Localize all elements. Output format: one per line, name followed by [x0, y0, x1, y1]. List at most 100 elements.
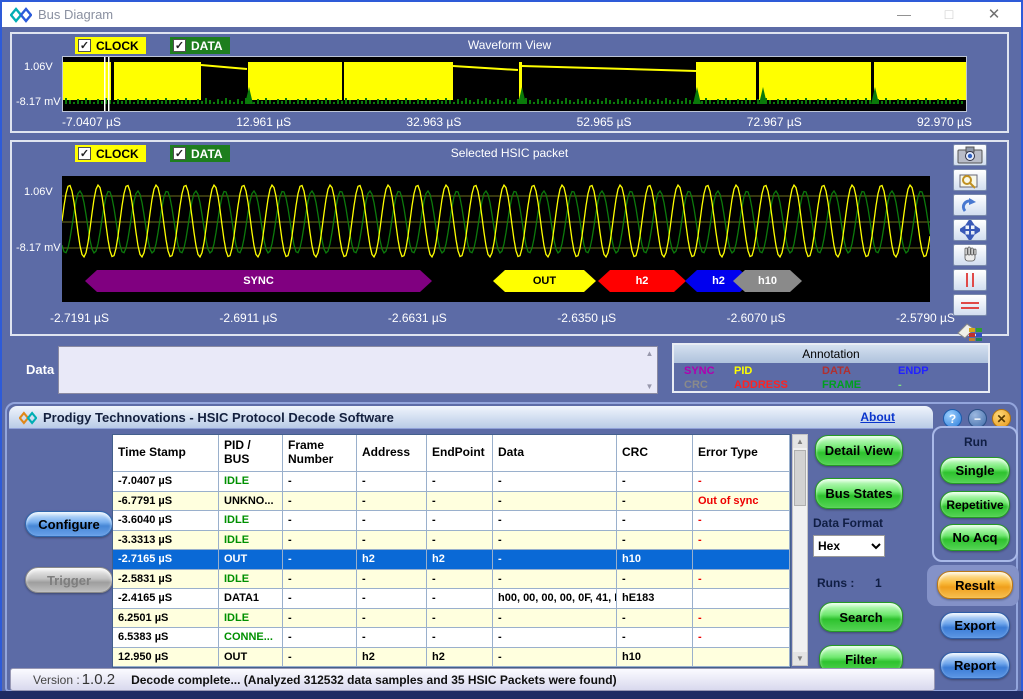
table-cell: -: [493, 531, 617, 551]
status-message: Decode complete... (Analyzed 312532 data…: [131, 673, 617, 687]
packet-segment-h2[interactable]: h2: [598, 270, 686, 292]
data-format-label: Data Format: [813, 516, 883, 530]
close-button[interactable]: ✕: [977, 2, 1011, 27]
table-row[interactable]: -7.0407 µSIDLE------: [113, 472, 790, 492]
clock-checkbox[interactable]: CLOCK: [75, 37, 146, 54]
time-tick-label: 92.970 µS: [917, 115, 972, 129]
trigger-button[interactable]: Trigger: [25, 567, 113, 593]
no-acq-button[interactable]: No Acq: [940, 524, 1010, 551]
annotation-legend-pid: PID: [734, 364, 822, 378]
table-row[interactable]: -3.3313 µSIDLE------: [113, 531, 790, 551]
y-axis-min-label: -8.17 mV: [16, 242, 61, 254]
data-checkbox[interactable]: DATA: [170, 145, 230, 162]
data-checkbox-label: DATA: [191, 39, 223, 53]
report-button[interactable]: Report: [940, 652, 1010, 679]
table-cell: 6.2501 µS: [113, 609, 219, 629]
table-row[interactable]: -6.7791 µSUNKNO...-----Out of sync: [113, 492, 790, 512]
single-button[interactable]: Single: [940, 457, 1010, 484]
version-value: 1.0.2: [82, 671, 115, 688]
zoom-preview-icon[interactable]: [953, 169, 987, 191]
column-header: CRC: [617, 435, 693, 472]
time-tick-label: -7.0407 µS: [62, 115, 121, 129]
data-format-select[interactable]: Hex: [813, 535, 885, 557]
result-button[interactable]: Result: [937, 571, 1013, 599]
data-field[interactable]: ▲ ▼: [58, 346, 658, 394]
table-cell: -: [493, 511, 617, 531]
clock-checkbox[interactable]: CLOCK: [75, 145, 146, 162]
packet-segment-sync[interactable]: SYNC: [85, 270, 432, 292]
time-tick-label: -2.6070 µS: [727, 311, 786, 325]
horizontal-cursors-icon[interactable]: [953, 294, 987, 316]
vertical-cursors-icon[interactable]: [953, 269, 987, 291]
table-row[interactable]: -2.5831 µSIDLE------: [113, 570, 790, 590]
table-cell: -: [357, 609, 427, 629]
panel-title: Waveform View: [12, 38, 1007, 52]
undo-icon[interactable]: [953, 194, 987, 216]
table-cell: -: [493, 550, 617, 570]
table-cell: CONNE...: [219, 628, 283, 648]
packet-waveform-canvas[interactable]: SYNCOUTh2h2h10: [62, 176, 930, 302]
packet-segment-h10[interactable]: h10: [733, 270, 802, 292]
table-cell: -: [617, 531, 693, 551]
status-bar: Version : 1.0.2 Decode complete... (Anal…: [10, 668, 935, 691]
packet-segment-out[interactable]: OUT: [493, 270, 596, 292]
table-cell: -: [357, 589, 427, 609]
time-tick-label: -2.6631 µS: [388, 311, 447, 325]
search-button[interactable]: Search: [819, 602, 903, 632]
table-row[interactable]: -2.4165 µSDATA1---h00, 00, 00, 00, 0F, 4…: [113, 589, 790, 609]
annotation-legend-grid: SYNCPIDDATAENDPCRCADDRESSFRAME-: [674, 363, 988, 392]
maximize-button[interactable]: □: [932, 2, 966, 27]
configure-button[interactable]: Configure: [25, 511, 113, 537]
table-cell: -: [617, 492, 693, 512]
hand-icon[interactable]: [953, 244, 987, 266]
annotation-legend-dash: -: [898, 378, 988, 392]
table-cell: -: [357, 472, 427, 492]
table-row[interactable]: 6.2501 µSIDLE------: [113, 609, 790, 629]
minimize-button[interactable]: —: [887, 2, 921, 27]
waveform-canvas[interactable]: [62, 56, 967, 112]
table-cell: Out of sync: [693, 492, 790, 512]
clock-checkbox-label: CLOCK: [96, 39, 139, 53]
table-cell: -: [283, 492, 357, 512]
time-tick-label: 72.967 µS: [747, 115, 802, 129]
table-cell: UNKNO...: [219, 492, 283, 512]
scroll-down-icon[interactable]: ▼: [644, 382, 655, 391]
table-cell: -: [283, 531, 357, 551]
time-axis: -2.7191 µS-2.6911 µS-2.6631 µS-2.6350 µS…: [50, 311, 955, 325]
table-cell: -: [693, 628, 790, 648]
time-tick-label: 32.963 µS: [406, 115, 461, 129]
palette-icon[interactable]: [953, 319, 987, 343]
bus-states-button[interactable]: Bus States: [815, 478, 903, 509]
table-cell: IDLE: [219, 531, 283, 551]
time-tick-label: 12.961 µS: [236, 115, 291, 129]
table-cell: -: [427, 589, 493, 609]
scroll-up-icon[interactable]: ▲: [793, 435, 807, 448]
column-header: Time Stamp: [113, 435, 219, 472]
scrollbar-thumb[interactable]: [794, 450, 806, 506]
camera-icon[interactable]: [953, 144, 987, 166]
repetitive-button[interactable]: Repetitive: [940, 491, 1010, 518]
table-cell: [693, 648, 790, 668]
table-cell: -: [427, 472, 493, 492]
detail-view-button[interactable]: Detail View: [815, 435, 903, 466]
scroll-down-icon[interactable]: ▼: [793, 652, 807, 665]
table-cell: -: [427, 628, 493, 648]
export-button[interactable]: Export: [940, 612, 1010, 639]
annotation-legend-crc: CRC: [684, 378, 734, 392]
scroll-up-icon[interactable]: ▲: [644, 349, 655, 358]
table-cell: -: [427, 531, 493, 551]
table-cell: hE183: [617, 589, 693, 609]
table-row[interactable]: 6.5383 µSCONNE...------: [113, 628, 790, 648]
y-axis-min-label: -8.17 mV: [16, 96, 61, 108]
pan-icon[interactable]: [953, 219, 987, 241]
table-cell: -2.5831 µS: [113, 570, 219, 590]
table-row[interactable]: 12.950 µSOUT-h2h2-h10: [113, 648, 790, 668]
table-row[interactable]: -2.7165 µSOUT-h2h2-h10: [113, 550, 790, 570]
data-checkbox[interactable]: DATA: [170, 37, 230, 54]
about-link[interactable]: About: [860, 410, 895, 424]
table-row[interactable]: -3.6040 µSIDLE------: [113, 511, 790, 531]
table-cell: -: [493, 648, 617, 668]
table-scrollbar[interactable]: ▲ ▼: [792, 434, 808, 666]
time-tick-label: -2.6911 µS: [219, 311, 277, 325]
run-section-label: Run: [964, 435, 987, 449]
